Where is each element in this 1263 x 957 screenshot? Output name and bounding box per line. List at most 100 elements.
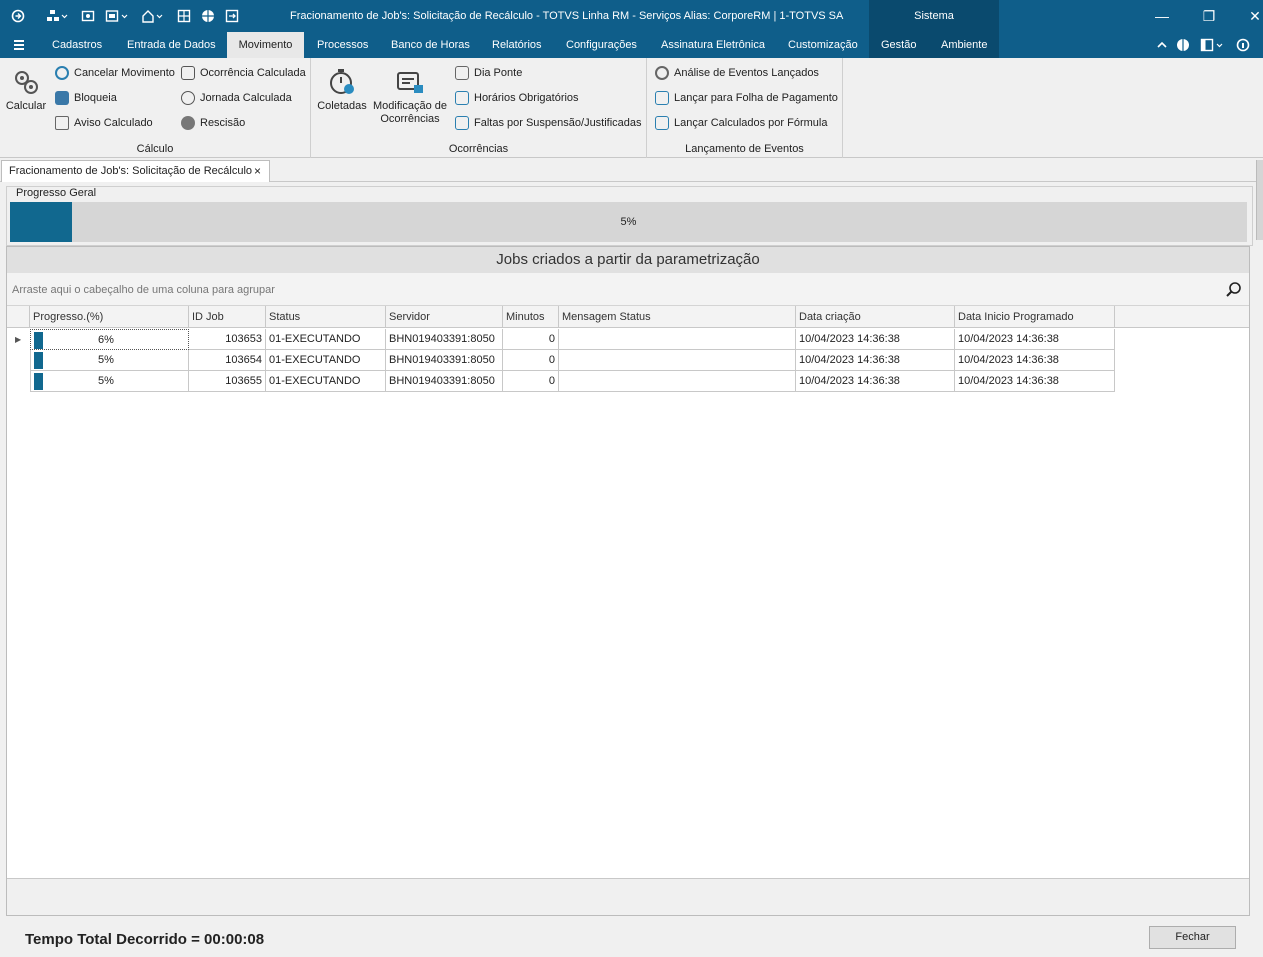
menu-toggle-icon[interactable] bbox=[12, 32, 28, 58]
coletadas-button[interactable]: Coletadas bbox=[317, 68, 367, 113]
message-cell bbox=[559, 350, 796, 371]
sistema-label: Sistema bbox=[914, 10, 954, 22]
server-cell: BHN019403391:8050 bbox=[386, 329, 503, 350]
jobs-panel: Jobs criados a partir da parametrização … bbox=[6, 246, 1250, 916]
rescisao-button[interactable]: Rescisão bbox=[181, 114, 245, 132]
overall-progress-bar: 5% bbox=[10, 202, 1247, 242]
search-cancel-icon bbox=[55, 66, 69, 80]
faltas-suspensao-button[interactable]: Faltas por Suspensão/Justificadas bbox=[455, 114, 642, 132]
start-cell: 10/04/2023 14:36:38 bbox=[955, 329, 1115, 350]
help-globe-icon[interactable] bbox=[1176, 37, 1190, 53]
fechar-button[interactable]: Fechar bbox=[1149, 926, 1236, 949]
table-row[interactable]: 5% 103655 01-EXECUTANDO BHN019403391:805… bbox=[7, 371, 1115, 392]
menu-gestao[interactable]: Gestão bbox=[881, 32, 916, 58]
analise-eventos-button[interactable]: Análise de Eventos Lançados bbox=[655, 64, 819, 82]
ribbon-group-calculo: Calcular Cancelar Movimento Bloqueia Avi… bbox=[0, 58, 311, 158]
elapsed-time: Tempo Total Decorrido = 00:00:08 bbox=[25, 931, 265, 948]
dia-ponte-label: Dia Ponte bbox=[474, 67, 523, 79]
cancelar-movimento-button[interactable]: Cancelar Movimento bbox=[55, 64, 175, 82]
progress-cell: 5% bbox=[30, 371, 189, 392]
lancar-formula-button[interactable]: Lançar Calculados por Fórmula bbox=[655, 114, 827, 132]
progress-legend: Progresso Geral bbox=[13, 187, 100, 199]
close-icon[interactable]: ✕ bbox=[1244, 6, 1263, 26]
exit-icon[interactable] bbox=[224, 8, 240, 24]
jornada-calculada-label: Jornada Calculada bbox=[200, 92, 292, 104]
column-header-servidor[interactable]: Servidor bbox=[386, 306, 503, 328]
analise-eventos-label: Análise de Eventos Lançados bbox=[674, 67, 819, 79]
document-tab[interactable]: Fracionamento de Job's: Solicitação de R… bbox=[1, 160, 270, 183]
home-icon[interactable] bbox=[140, 8, 166, 24]
menu-movimento[interactable]: Movimento bbox=[227, 32, 304, 58]
window-title: Fracionamento de Job's: Solicitação de R… bbox=[290, 10, 844, 22]
id-job-cell: 103653 bbox=[189, 329, 266, 350]
restore-icon[interactable]: ❐ bbox=[1198, 6, 1220, 26]
menu-configuracoes[interactable]: Configurações bbox=[566, 32, 637, 58]
info-icon[interactable] bbox=[1235, 37, 1251, 53]
ribbon-group-label-lancamento: Lançamento de Eventos bbox=[685, 143, 804, 155]
tab-close-icon[interactable]: × bbox=[254, 161, 261, 182]
calcular-button[interactable]: Calcular bbox=[4, 68, 48, 113]
start-cell: 10/04/2023 14:36:38 bbox=[955, 371, 1115, 392]
app-logo-icon[interactable] bbox=[10, 8, 26, 24]
column-header-id-job[interactable]: ID Job bbox=[189, 306, 266, 328]
window-icon[interactable] bbox=[80, 8, 96, 24]
table-row[interactable]: 5% 103654 01-EXECUTANDO BHN019403391:805… bbox=[7, 350, 1115, 371]
horarios-obrigatorios-button[interactable]: Horários Obrigatórios bbox=[455, 89, 579, 107]
id-job-cell: 103655 bbox=[189, 371, 266, 392]
aviso-calculado-button[interactable]: Aviso Calculado bbox=[55, 114, 153, 132]
menu-assinatura-eletronica[interactable]: Assinatura Eletrônica bbox=[661, 32, 765, 58]
title-bar: Fracionamento de Job's: Solicitação de R… bbox=[0, 0, 1263, 32]
lancar-formula-label: Lançar Calculados por Fórmula bbox=[674, 117, 828, 129]
status-cell: 01-EXECUTANDO bbox=[266, 350, 386, 371]
menu-customizacao[interactable]: Customização bbox=[788, 32, 858, 58]
ribbon-group-label-ocorrencias: Ocorrências bbox=[448, 143, 509, 155]
minimize-icon[interactable]: — bbox=[1151, 6, 1173, 26]
grid-icon[interactable] bbox=[176, 8, 192, 24]
jornada-calculada-button[interactable]: Jornada Calculada bbox=[181, 89, 292, 107]
menu-cadastros[interactable]: Cadastros bbox=[52, 32, 102, 58]
menu-processos[interactable]: Processos bbox=[317, 32, 368, 58]
minutes-cell: 0 bbox=[503, 371, 559, 392]
schedule-icon bbox=[455, 91, 469, 105]
modificacao-label-line1: Modificação de bbox=[373, 100, 447, 112]
occurrence-icon bbox=[181, 66, 195, 80]
faltas-suspensao-label: Faltas por Suspensão/Justificadas bbox=[474, 117, 642, 129]
bloqueia-button[interactable]: Bloqueia bbox=[55, 89, 117, 107]
find-icon[interactable] bbox=[1225, 281, 1243, 299]
modificacao-ocorrencias-button[interactable]: Modificação de Ocorrências bbox=[371, 68, 449, 126]
ribbon-group-lancamento: Análise de Eventos Lançados Lançar para … bbox=[647, 58, 843, 158]
absence-icon bbox=[455, 116, 469, 130]
search-icon bbox=[655, 66, 669, 80]
group-by-area[interactable]: Arraste aqui o cabeçalho de uma coluna p… bbox=[7, 273, 1249, 306]
horarios-obrigatorios-label: Horários Obrigatórios bbox=[474, 92, 579, 104]
layout-icon[interactable] bbox=[1199, 37, 1227, 53]
list-window-icon[interactable] bbox=[104, 8, 130, 24]
vertical-scrollbar[interactable] bbox=[1256, 160, 1263, 240]
server-cell: BHN019403391:8050 bbox=[386, 371, 503, 392]
created-cell: 10/04/2023 14:36:38 bbox=[796, 371, 955, 392]
cancelar-movimento-label: Cancelar Movimento bbox=[74, 67, 175, 79]
hierarchy-icon[interactable] bbox=[44, 8, 70, 24]
menu-ambiente[interactable]: Ambiente bbox=[941, 32, 987, 58]
menu-banco-de-horas[interactable]: Banco de Horas bbox=[391, 32, 470, 58]
group-by-placeholder: Arraste aqui o cabeçalho de uma coluna p… bbox=[12, 284, 275, 296]
row-progress-text: 5% bbox=[98, 354, 114, 366]
collapse-ribbon-icon[interactable] bbox=[1155, 37, 1169, 53]
column-header-data-inicio[interactable]: Data Inicio Programado bbox=[955, 306, 1115, 328]
rescisao-icon bbox=[181, 116, 195, 130]
ocorrencia-calculada-button[interactable]: Ocorrência Calculada bbox=[181, 64, 306, 82]
menu-bar: Cadastros Entrada de Dados Movimento Pro… bbox=[0, 32, 1263, 58]
column-header-mensagem-status[interactable]: Mensagem Status bbox=[559, 306, 796, 328]
column-header-status[interactable]: Status bbox=[266, 306, 386, 328]
table-row[interactable]: ▶ 6% 103653 01-EXECUTANDO BHN019403391:8… bbox=[7, 329, 1115, 350]
id-job-cell: 103654 bbox=[189, 350, 266, 371]
progress-cell: 6% bbox=[30, 329, 189, 350]
menu-entrada-de-dados[interactable]: Entrada de Dados bbox=[127, 32, 216, 58]
column-header-progresso[interactable]: Progresso.(%) bbox=[30, 306, 189, 328]
column-header-data-criacao[interactable]: Data criação bbox=[796, 306, 955, 328]
globe-icon[interactable] bbox=[200, 8, 216, 24]
dia-ponte-button[interactable]: Dia Ponte bbox=[455, 64, 522, 82]
column-header-minutos[interactable]: Minutos bbox=[503, 306, 559, 328]
menu-relatorios[interactable]: Relatórios bbox=[492, 32, 542, 58]
lancar-folha-button[interactable]: Lançar para Folha de Pagamento bbox=[655, 89, 838, 107]
